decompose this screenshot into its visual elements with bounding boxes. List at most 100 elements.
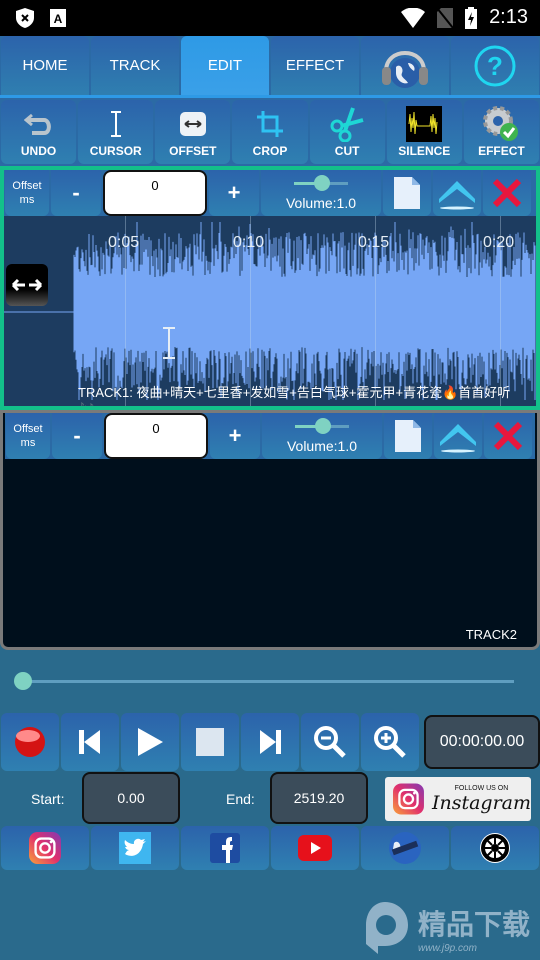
cursor-button[interactable]: CURSOR: [78, 100, 154, 164]
offset-increase-button[interactable]: +: [210, 413, 260, 459]
no-sim-icon: [437, 7, 454, 28]
silence-button[interactable]: SILENCE: [386, 100, 462, 164]
watermark-logo-icon: [366, 902, 408, 954]
website-button[interactable]: [361, 826, 449, 870]
cut-button[interactable]: CUT: [309, 100, 385, 164]
watermark: 精品下载 www.j9p.com: [360, 900, 530, 956]
offset-decrease-button[interactable]: -: [51, 170, 101, 216]
shield-x-icon: [16, 8, 34, 28]
double-arrow-icon: [11, 278, 43, 292]
play-icon: [138, 728, 163, 756]
cursor-marker-icon[interactable]: [162, 327, 176, 359]
file-icon: [394, 177, 420, 209]
waveform-path: [73, 222, 536, 400]
follow-us-text: FOLLOW US ON: [454, 784, 509, 792]
volume-slider-knob[interactable]: [315, 418, 331, 434]
facebook-button[interactable]: [181, 826, 269, 870]
track-name: TRACK1: 夜曲+晴天+七里香+发如雪+告白气球+霍元甲+青花瓷🔥首首好听🎶…: [78, 385, 511, 406]
help-button[interactable]: ?: [451, 36, 539, 95]
skip-back-icon: [79, 730, 100, 754]
undo-icon: [23, 113, 51, 135]
skip-forward-button[interactable]: [241, 713, 299, 771]
track-1[interactable]: Offset ms - 0 + Volume:1.0 0:05 0:10 0:1…: [0, 166, 540, 410]
offset-button[interactable]: OFFSET: [155, 100, 231, 164]
twitter-icon: [119, 832, 151, 864]
volume-slider[interactable]: [294, 175, 348, 191]
twitter-button[interactable]: [91, 826, 179, 870]
track-2[interactable]: Offset ms - 0 + Volume:1.0 TRACK2: [0, 410, 540, 650]
tab-track[interactable]: TRACK: [91, 36, 179, 95]
collapse-button[interactable]: [433, 170, 481, 216]
start-value-field[interactable]: 0.00: [82, 772, 180, 824]
tab-home[interactable]: HOME: [1, 36, 89, 95]
cursor-icon: [110, 111, 121, 137]
tab-effect[interactable]: EFFECT: [271, 36, 359, 95]
help-icon: ?: [474, 45, 516, 86]
instagram-follow-banner[interactable]: FOLLOW US ON Instagram: [385, 777, 531, 821]
new-file-button[interactable]: [383, 170, 431, 216]
volume-slider[interactable]: [295, 418, 349, 434]
offset-input[interactable]: 0: [103, 170, 207, 216]
track-name: TRACK2: [465, 627, 517, 642]
seek-slider[interactable]: [14, 670, 518, 692]
skip-forward-icon: [260, 730, 281, 754]
effect-button[interactable]: EFFECT: [463, 100, 539, 164]
effect-gear-icon: [483, 106, 519, 141]
battery-charging-icon: [465, 6, 478, 29]
transport-controls: 00:00:00.00: [0, 712, 540, 772]
undo-button[interactable]: UNDO: [1, 100, 77, 164]
crop-button[interactable]: CROP: [232, 100, 308, 164]
volume-slider-knob[interactable]: [314, 175, 330, 191]
new-file-button[interactable]: [384, 413, 432, 459]
effect-label: EFFECT: [478, 144, 525, 158]
watermark-url: www.j9p.com: [418, 942, 477, 954]
instagram-icon: [29, 832, 61, 864]
seek-track[interactable]: [24, 680, 514, 683]
instagram-button[interactable]: [1, 826, 89, 870]
offset-label: Offset ms: [6, 413, 50, 459]
record-button[interactable]: [1, 713, 59, 771]
delete-track-button[interactable]: [483, 170, 531, 216]
cursor-label: CURSOR: [89, 144, 142, 158]
offset-increase-button[interactable]: +: [209, 170, 259, 216]
delete-track-button[interactable]: [484, 413, 532, 459]
waveform-area[interactable]: 0:05 0:10 0:15 0:20 TRACK1: 夜曲+晴天+七里香+发如…: [4, 216, 536, 406]
clock: 2:13: [489, 6, 528, 28]
status-bar: A 2:13: [0, 0, 540, 36]
offset-decrease-button[interactable]: -: [52, 413, 102, 459]
tab-edit[interactable]: EDIT: [181, 36, 269, 95]
end-label: End:: [226, 791, 255, 807]
crop-label: CROP: [252, 144, 288, 158]
offset-input[interactable]: 0: [104, 413, 208, 459]
crop-icon: [256, 111, 283, 137]
a-icon: A: [50, 9, 66, 27]
time-display: 00:00:00.00: [424, 715, 540, 769]
youtube-button[interactable]: [271, 826, 359, 870]
selection-range: Start: 0.00 End: 2519.20 FOLLOW US ON In…: [0, 772, 540, 826]
seek-knob[interactable]: [14, 672, 32, 690]
track-2-controls: Offset ms - 0 + Volume:1.0: [5, 413, 535, 459]
stop-icon: [196, 728, 224, 756]
wifi-icon: [401, 7, 426, 28]
settings-button[interactable]: [451, 826, 539, 870]
undo-label: UNDO: [20, 144, 57, 158]
headphones-globe-button[interactable]: [361, 36, 449, 95]
end-value-field[interactable]: 2519.20: [270, 772, 368, 824]
offset-unit-text: ms: [20, 437, 36, 449]
social-links: [0, 826, 540, 870]
waveform[interactable]: [4, 216, 536, 406]
zoom-in-button[interactable]: [361, 713, 419, 771]
volume-control: Volume:1.0: [262, 413, 382, 459]
start-label: Start:: [31, 791, 65, 807]
settings-wheel-icon: [480, 833, 510, 863]
file-icon: [395, 420, 421, 452]
stop-button[interactable]: [181, 713, 239, 771]
collapse-button[interactable]: [434, 413, 482, 459]
record-icon: [15, 727, 45, 757]
offset-drag-handle[interactable]: [6, 264, 48, 306]
play-button[interactable]: [121, 713, 179, 771]
skip-back-button[interactable]: [61, 713, 119, 771]
zoom-out-button[interactable]: [301, 713, 359, 771]
headphones-globe-icon: [382, 50, 428, 88]
time-mark: 0:10: [233, 234, 265, 251]
